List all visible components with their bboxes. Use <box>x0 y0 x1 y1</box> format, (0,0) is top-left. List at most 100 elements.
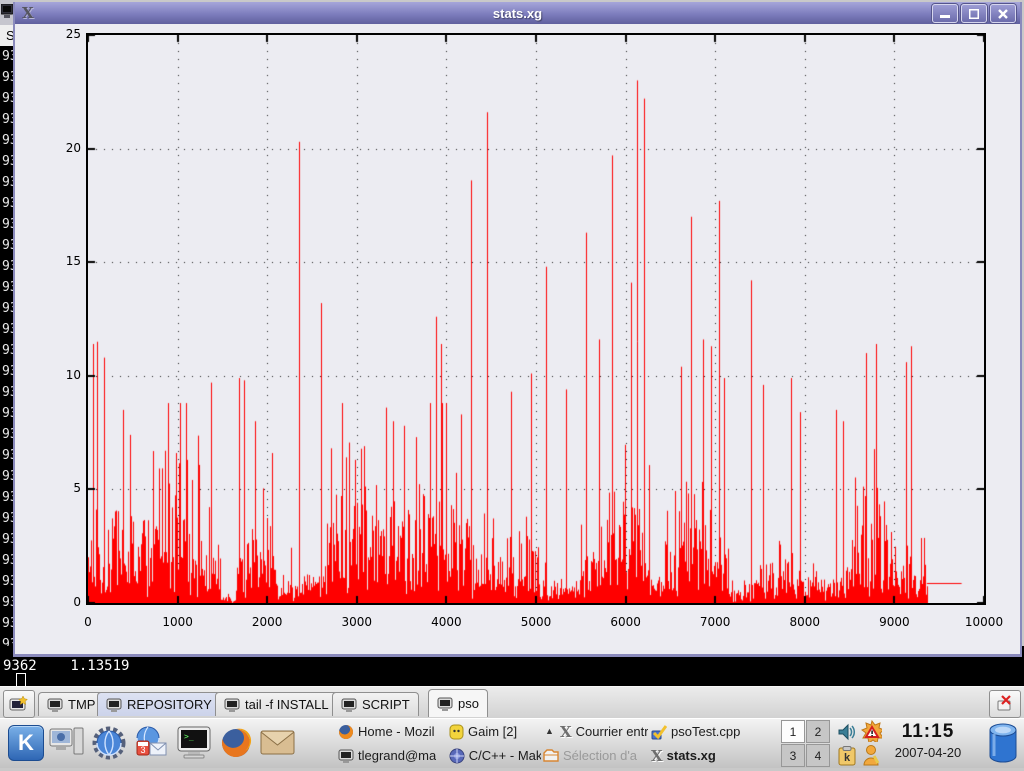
kontact-icon: 3 <box>133 725 169 761</box>
kmail-launcher[interactable] <box>258 723 298 763</box>
firefox-mini-icon <box>338 724 354 740</box>
tab-pso[interactable]: pso <box>428 689 488 717</box>
new-session-icon <box>9 695 29 713</box>
x-tick-label: 4000 <box>411 615 481 629</box>
svg-text:3: 3 <box>140 745 145 755</box>
kmail-icon <box>260 729 296 757</box>
maximize-button[interactable] <box>961 4 987 23</box>
konsole-icon: >_ <box>176 725 212 761</box>
y-tick-label: 20 <box>35 141 81 155</box>
stats-window: X stats.xg 0 5 10 15 20 25 0 1000 2000 3000 4000 5… <box>13 2 1022 657</box>
volume-tray-icon[interactable] <box>836 721 858 743</box>
tab-script[interactable]: SCRIPT <box>332 692 419 716</box>
window-title: stats.xg <box>15 6 1020 21</box>
taskbar-overflow-arrow[interactable]: ▲ <box>545 726 554 736</box>
terminal-mini-icon <box>338 749 354 763</box>
kdevelop-mini-icon <box>449 748 465 764</box>
task-label: psoTest.cpp <box>671 724 740 739</box>
task-label: Sélection d'a <box>563 748 637 763</box>
terminal-cursor <box>16 673 26 687</box>
taskbar-stats-xg[interactable]: X stats.xg <box>651 744 777 767</box>
task-label: Home - Mozil <box>358 724 435 739</box>
x-tick-label: 10000 <box>949 615 1019 629</box>
task-label: stats.xg <box>667 748 716 763</box>
pager-desktop-3[interactable]: 3 <box>781 744 805 767</box>
tab-label: SCRIPT <box>362 697 410 712</box>
x-tick-label: 5000 <box>501 615 571 629</box>
x-tick-label: 9000 <box>859 615 929 629</box>
close-session-button[interactable] <box>989 690 1021 718</box>
klipper-tray-icon[interactable]: k <box>836 745 858 767</box>
plot-canvas[interactable] <box>88 35 984 603</box>
konsole-launcher[interactable]: >_ <box>174 723 214 763</box>
close-session-icon <box>996 695 1014 713</box>
k-menu-button[interactable]: K <box>6 723 46 763</box>
svg-text:k: k <box>844 752 851 764</box>
taskbar-selection[interactable]: Sélection d'a <box>543 744 648 767</box>
tab-label: pso <box>458 696 479 711</box>
tab-label: tail -f INSTALL <box>245 697 329 712</box>
terminal-icon <box>47 698 63 712</box>
system-launcher[interactable] <box>47 723 87 763</box>
terminal-icon <box>437 697 453 711</box>
kde-panel: K 3 >_ <box>0 718 1024 768</box>
kontact-launcher[interactable]: 3 <box>131 723 171 763</box>
x-tick-label: 2000 <box>232 615 302 629</box>
y-tick-label: 5 <box>35 481 81 495</box>
blue-cylinder-icon <box>986 722 1020 766</box>
new-tab-button[interactable] <box>3 690 35 718</box>
plot-background: 0 5 10 15 20 25 0 1000 2000 3000 4000 5000 6000 7000… <box>15 24 1020 654</box>
y-tick-label: 15 <box>35 254 81 268</box>
tab-tail-install[interactable]: tail -f INSTALL <box>215 692 338 716</box>
k-menu-icon: K <box>8 725 44 761</box>
firefox-icon <box>218 725 254 761</box>
taskbar-gaim[interactable]: Gaim [2] <box>449 720 541 743</box>
task-label: tlegrand@ma <box>358 748 436 763</box>
tab-label: REPOSITORY <box>127 697 212 712</box>
x-tick-label: 1000 <box>143 615 213 629</box>
x-app-mini-icon: X <box>560 723 572 741</box>
terminal-icon <box>106 698 122 712</box>
x-tick-label: 6000 <box>591 615 661 629</box>
x-tick-label: 8000 <box>770 615 840 629</box>
tab-label: TMP <box>68 697 95 712</box>
clock-time: 11:15 <box>878 721 978 743</box>
stats-window-titlebar[interactable]: X stats.xg <box>15 2 1020 24</box>
x-tick-label: 3000 <box>322 615 392 629</box>
pager-desktop-2[interactable]: 2 <box>806 720 830 743</box>
pager-desktop-1[interactable]: 1 <box>781 720 805 743</box>
plot-frame <box>86 33 986 605</box>
konqueror-icon <box>91 725 127 761</box>
taskbar-kdevelop[interactable]: C/C++ - Mak <box>449 744 541 767</box>
svg-text:>_: >_ <box>184 732 194 741</box>
source-file-mini-icon <box>651 724 667 740</box>
terminal-last-line: 9362 1.13519 <box>3 658 129 674</box>
x-tick-label: 7000 <box>680 615 750 629</box>
taskbar-courrier[interactable]: X Courrier entr <box>560 720 648 743</box>
y-tick-label: 10 <box>35 368 81 382</box>
system-icon <box>49 726 85 760</box>
taskbar-home-mozilla[interactable]: Home - Mozil <box>338 720 446 743</box>
terminal-icon <box>341 698 357 712</box>
x-tick-label: 0 <box>53 615 123 629</box>
y-tick-label: 0 <box>35 595 81 609</box>
taskbar-tlegrand-terminal[interactable]: tlegrand@ma <box>338 744 446 767</box>
device-applet[interactable] <box>986 722 1020 771</box>
tab-tmp[interactable]: TMP <box>38 692 104 716</box>
clock-date: 2007-04-20 <box>878 745 978 760</box>
folder-mini-icon <box>543 748 559 763</box>
task-label: C/C++ - Mak <box>469 748 541 763</box>
terminal-icon <box>224 698 240 712</box>
minimize-button[interactable] <box>932 4 958 23</box>
y-tick-label: 25 <box>35 27 81 41</box>
konqueror-launcher[interactable] <box>89 723 129 763</box>
panel-clock[interactable]: 11:15 2007-04-20 <box>878 721 978 760</box>
firefox-launcher[interactable] <box>216 723 256 763</box>
tab-repository[interactable]: REPOSITORY <box>97 692 221 716</box>
task-label: Gaim [2] <box>468 724 517 739</box>
task-label: Courrier entr <box>576 724 648 739</box>
pager-desktop-4[interactable]: 4 <box>806 744 830 767</box>
konsole-tabbar: TMP REPOSITORY tail -f INSTALL SCRIPT ps… <box>0 686 1024 718</box>
taskbar-psotest-cpp[interactable]: psoTest.cpp <box>651 720 777 743</box>
close-button[interactable] <box>990 4 1016 23</box>
